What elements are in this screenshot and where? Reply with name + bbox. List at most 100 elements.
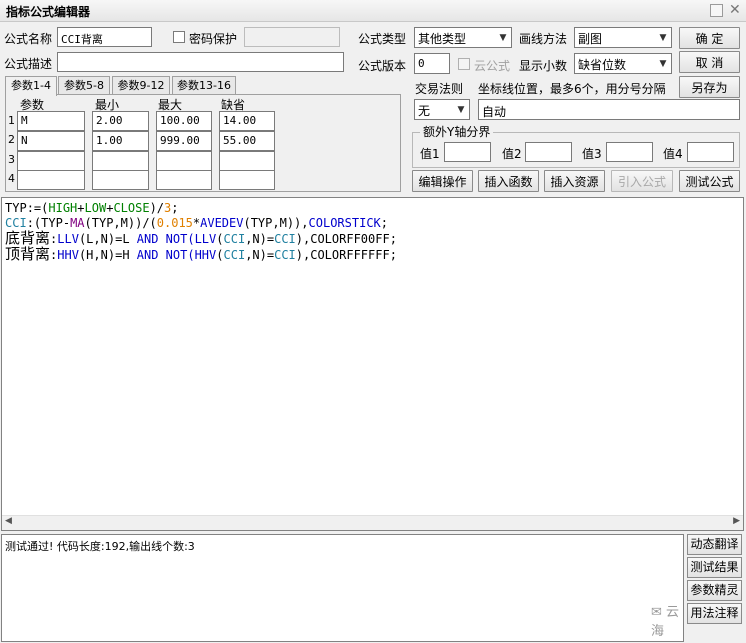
val1-input[interactable] — [444, 142, 491, 162]
code-token: LLV — [194, 232, 217, 246]
formula-code: TYP:=(HIGH+LOW+CLOSE)/3; CCI:(TYP-MA(TYP,… — [5, 201, 397, 263]
code-token: 顶背离 — [5, 245, 51, 263]
desc-input[interactable] — [57, 52, 344, 72]
close-icon[interactable]: ✕ — [729, 2, 741, 18]
tab-params-1-4[interactable]: 参数1-4 — [5, 76, 57, 96]
save-as-button[interactable]: 另存为 — [679, 76, 740, 98]
tab-params-9-12[interactable]: 参数9-12 — [112, 76, 170, 95]
name-label: 公式名称 — [4, 32, 53, 46]
param-default-cell[interactable]: 14.00 — [219, 111, 275, 131]
code-token: + — [77, 201, 85, 215]
code-token: (TYP,M)), — [243, 216, 309, 230]
dynamic-translate-button[interactable]: 动态翻译 — [687, 534, 742, 555]
draw-select[interactable]: 副图 ▼ — [574, 27, 672, 48]
insert-res-button[interactable]: 插入资源 — [544, 170, 605, 192]
chevron-down-icon: ▼ — [495, 28, 511, 47]
param-max-cell[interactable]: 100.00 — [156, 111, 212, 131]
param-max-cell[interactable]: 999.00 — [156, 131, 212, 151]
param-min-cell[interactable] — [92, 151, 149, 171]
code-token: CCI — [274, 248, 296, 262]
param-name-cell[interactable] — [17, 151, 85, 171]
cloud-label: 云公式 — [474, 59, 511, 73]
title-bar — [0, 0, 746, 22]
wechat-icon: ✉ — [651, 605, 662, 620]
scroll-right-icon[interactable]: ▶ — [733, 516, 740, 526]
code-token: ( — [216, 248, 224, 262]
val4-input[interactable] — [687, 142, 734, 162]
draw-value: 副图 — [578, 32, 603, 46]
code-line: CCI:(TYP-MA(TYP,M))/(0.015*AVEDEV(TYP,M)… — [5, 216, 397, 231]
code-token: CLOSE — [113, 201, 150, 215]
horizontal-scrollbar[interactable]: ◀ ▶ — [2, 515, 743, 530]
yaxis-group-title: 额外Y轴分界 — [420, 123, 494, 140]
name-input[interactable]: CCI背离 — [57, 27, 152, 47]
scroll-left-icon[interactable]: ◀ — [5, 516, 12, 526]
param-name-cell[interactable]: M — [17, 111, 85, 131]
param-max-cell[interactable] — [156, 170, 212, 190]
maximize-button[interactable] — [710, 4, 723, 17]
param-name-cell[interactable]: N — [17, 131, 85, 151]
insert-func-button[interactable]: 插入函数 — [478, 170, 539, 192]
cloud-checkbox — [458, 58, 470, 70]
decimals-select[interactable]: 缺省位数 ▼ — [574, 53, 672, 74]
val4-label: 值4 — [663, 147, 683, 161]
output-text: 测试通过! 代码长度:192,输出线个数:3 — [5, 540, 195, 553]
code-token: HHV — [194, 248, 217, 262]
tab-params-5-8[interactable]: 参数5-8 — [58, 76, 110, 95]
cancel-button[interactable]: 取 消 — [679, 51, 740, 73]
decimals-label: 显示小数 — [519, 59, 568, 73]
chevron-down-icon: ▼ — [453, 100, 469, 119]
code-token: LLV — [57, 232, 79, 246]
code-token: ; — [380, 216, 388, 230]
test-result-button[interactable]: 测试结果 — [687, 557, 742, 578]
code-token: H — [122, 248, 130, 262]
code-token: COLORSTICK — [308, 216, 381, 230]
code-line: 顶背离:HHV(H,N)=H AND NOT(HHV(CCI,N)=CCI),C… — [5, 247, 397, 263]
password-checkbox[interactable] — [173, 31, 185, 43]
param-default-cell[interactable]: 55.00 — [219, 131, 275, 151]
param-min-cell[interactable] — [92, 170, 149, 190]
code-editor[interactable]: TYP:=(HIGH+LOW+CLOSE)/3; CCI:(TYP-MA(TYP,… — [1, 197, 744, 531]
code-token: TYP — [5, 201, 27, 215]
desc-label: 公式描述 — [4, 57, 53, 71]
code-token: AND NOT( — [129, 248, 195, 262]
code-token: ,N)= — [245, 232, 275, 246]
code-token: CCI — [223, 232, 246, 246]
param-max-cell[interactable] — [156, 151, 212, 171]
param-wizard-button[interactable]: 参数精灵 — [687, 580, 742, 601]
val3-input[interactable] — [606, 142, 653, 162]
type-value: 其他类型 — [418, 32, 467, 46]
chevron-down-icon: ▼ — [655, 54, 671, 73]
code-token: - — [62, 216, 71, 230]
param-default-cell[interactable] — [219, 151, 275, 171]
row-number: 4 — [8, 172, 15, 185]
param-default-cell[interactable] — [219, 170, 275, 190]
code-token: ,N)= — [93, 232, 123, 246]
code-token: (TYP,M))/( — [84, 216, 157, 230]
type-select[interactable]: 其他类型 ▼ — [414, 27, 512, 48]
val2-label: 值2 — [502, 147, 522, 161]
version-input[interactable]: 0 — [414, 53, 450, 74]
param-min-cell[interactable]: 2.00 — [92, 111, 149, 131]
trade-value: 无 — [418, 104, 431, 118]
coord-input[interactable]: 自动 — [478, 99, 740, 120]
trade-select[interactable]: 无 ▼ — [414, 99, 470, 120]
test-formula-button[interactable]: 测试公式 — [679, 170, 740, 192]
code-token: AVEDEV — [200, 216, 244, 230]
param-min-cell[interactable]: 1.00 — [92, 131, 149, 151]
param-name-cell[interactable] — [17, 170, 85, 190]
tab-params-13-16[interactable]: 参数13-16 — [172, 76, 236, 95]
usage-notes-button[interactable]: 用法注释 — [687, 603, 742, 624]
edit-op-button[interactable]: 编辑操作 — [412, 170, 473, 192]
code-token: MA — [70, 216, 85, 230]
ok-button[interactable]: 确 定 — [679, 27, 740, 49]
code-token: 0.015 — [156, 216, 193, 230]
import-formula-button: 引入公式 — [611, 170, 673, 192]
code-token: :( — [26, 216, 42, 230]
val2-input[interactable] — [525, 142, 572, 162]
code-token: ,N)= — [245, 248, 275, 262]
code-token: )/ — [149, 201, 165, 215]
type-label: 公式类型 — [358, 32, 407, 46]
code-token: ),COLORFFFFFF; — [295, 248, 397, 262]
val1-label: 值1 — [420, 147, 440, 161]
